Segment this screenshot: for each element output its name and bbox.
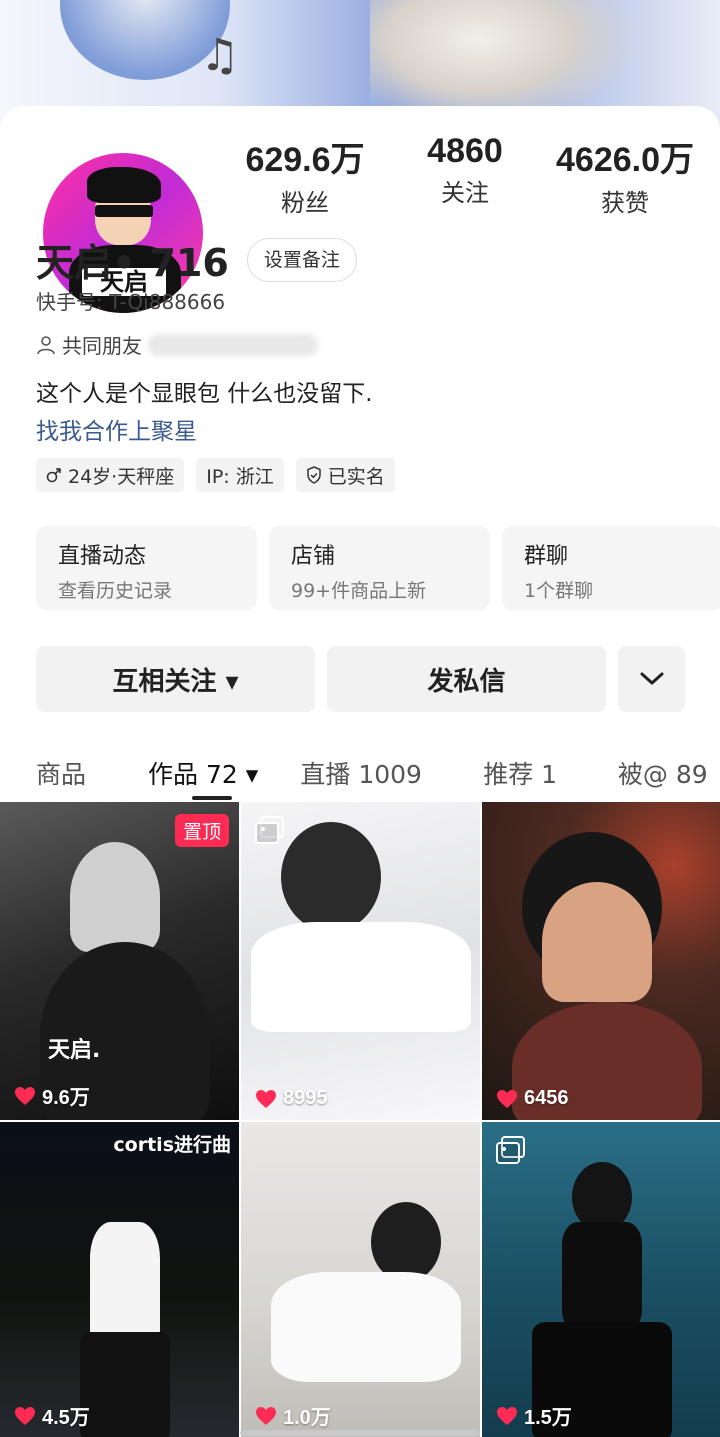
profile-bio: 这个人是个显眼包 什么也没留下. (36, 381, 373, 407)
verified-shield-icon (306, 466, 321, 484)
card-title: 直播动态 (58, 544, 147, 569)
profile-name: 天启• 716 (36, 241, 229, 285)
tab-recommend[interactable]: 推荐 1 (483, 755, 618, 791)
card-live-history[interactable]: 直播动态 查看历史记录 (36, 526, 257, 610)
thumbnail-figure (371, 1202, 441, 1282)
grid-item[interactable]: cortis进行曲 4.5万 (0, 1122, 239, 1437)
heart-icon (497, 1406, 517, 1425)
tag-verified: 已实名 (295, 458, 395, 492)
thumbnail-caption: cortis进行曲 (113, 1134, 231, 1156)
thumbnail-figure (281, 822, 381, 932)
collab-link[interactable]: 找我合作上聚星 (36, 412, 197, 446)
stat-value: 4626.0万 (556, 141, 694, 179)
avatar-hair (87, 167, 161, 203)
thumbnail-caption: 天启. (48, 1038, 101, 1063)
tab-live[interactable]: 直播 1009 (300, 755, 483, 791)
stat-label: 获赞 (601, 189, 649, 217)
action-buttons: 互相关注 ▾ 发私信 (36, 646, 685, 712)
like-count-value: 1.0万 (283, 1407, 331, 1429)
tag-ip: IP: 浙江 (196, 458, 284, 492)
music-note-icon: ♫ (200, 30, 240, 81)
avatar-glasses (95, 205, 153, 217)
thumbnail-figure (562, 1222, 642, 1332)
heart-icon (497, 1089, 517, 1108)
card-subtitle: 查看历史记录 (58, 580, 173, 602)
like-count-value: 6456 (524, 1087, 569, 1109)
mutual-friends[interactable]: 共同朋友 (36, 330, 318, 359)
male-icon (46, 468, 61, 483)
heart-icon (15, 1406, 35, 1425)
mutual-friends-label: 共同朋友 (62, 334, 142, 358)
profile-tags: 24岁·天秤座 IP: 浙江 已实名 (36, 458, 395, 492)
chevron-down-icon (640, 672, 663, 685)
tab-products[interactable]: 商品 (36, 755, 148, 791)
card-shop[interactable]: 店铺 99+件商品上新 (269, 526, 490, 610)
card-subtitle: 99+件商品上新 (291, 580, 427, 602)
like-count-value: 8995 (283, 1087, 328, 1109)
profile-stats: 629.6万 粉丝 4860 关注 4626.0万 获赞 (230, 132, 700, 218)
like-count: 1.0万 (255, 1401, 331, 1430)
thumbnail-figure (542, 882, 652, 1002)
content-tabs: 商品 作品 72 ▾ 直播 1009 推荐 1 被@ 89 (36, 746, 720, 800)
tag-ip-text: IP: 浙江 (206, 465, 274, 488)
stat-value: 4860 (427, 132, 503, 170)
thumbnail-figure (90, 1222, 160, 1342)
thumbnail-figure (70, 842, 160, 952)
grid-item[interactable]: 1.5万 (482, 1122, 720, 1437)
send-message-button[interactable]: 发私信 (327, 646, 606, 712)
like-count: 9.6万 (14, 1081, 90, 1110)
works-grid: 置顶 天启. 9.6万 8995 6456 cortis进行曲 4.5万 1.0… (0, 802, 720, 1437)
heart-icon (256, 1089, 276, 1108)
stat-fans[interactable]: 629.6万 粉丝 (230, 132, 380, 218)
tag-verified-text: 已实名 (327, 465, 385, 488)
tab-mentions[interactable]: 被@ 89 (618, 755, 720, 791)
more-button[interactable] (618, 646, 685, 712)
stat-likes[interactable]: 4626.0万 获赞 (550, 132, 700, 218)
card-title: 店铺 (291, 544, 336, 569)
like-count: 4.5万 (14, 1401, 90, 1430)
stat-value: 629.6万 (245, 141, 365, 179)
heart-icon (15, 1086, 35, 1105)
kuaishou-id[interactable]: 快手号: T-Qi888666 (36, 286, 225, 315)
tab-works[interactable]: 作品 72 ▾ (148, 755, 300, 791)
like-count-value: 9.6万 (42, 1087, 90, 1109)
like-count: 6456 (496, 1087, 569, 1110)
like-count-value: 1.5万 (524, 1407, 572, 1429)
card-subtitle: 1个群聊 (524, 580, 594, 602)
thumbnail-figure (271, 1272, 461, 1382)
image-gallery-icon (255, 816, 284, 844)
name-row: 天启• 716 设置备注 (36, 232, 357, 287)
grid-item[interactable]: 8995 (241, 802, 480, 1120)
image-gallery-icon (496, 1136, 525, 1164)
grid-item[interactable]: 1.0万 (241, 1122, 480, 1437)
tag-age-text: 24岁·天秤座 (68, 465, 175, 488)
card-group-chat[interactable]: 群聊 1个群聊 (502, 526, 720, 610)
card-title: 群聊 (524, 544, 569, 569)
mutual-follow-button[interactable]: 互相关注 ▾ (36, 646, 315, 712)
stat-label: 关注 (441, 179, 489, 207)
person-icon (37, 335, 55, 354)
pinned-badge: 置顶 (174, 814, 229, 847)
tag-age: 24岁·天秤座 (36, 458, 185, 492)
set-remark-button[interactable]: 设置备注 (246, 237, 357, 282)
profile-sheet: 天启 629.6万 粉丝 4860 关注 4626.0万 获赞 天启• 716 … (0, 106, 720, 1437)
active-tab-indicator (192, 796, 232, 800)
like-count-value: 4.5万 (42, 1407, 90, 1429)
feature-cards: 直播动态 查看历史记录 店铺 99+件商品上新 群聊 1个群聊 (36, 526, 720, 610)
stat-label: 粉丝 (281, 189, 329, 217)
home-indicator[interactable] (240, 1430, 480, 1436)
like-count: 8995 (255, 1087, 328, 1110)
thumbnail-figure (251, 922, 471, 1032)
stat-following[interactable]: 4860 关注 (390, 132, 540, 218)
thumbnail-figure (80, 1332, 170, 1437)
heart-icon (256, 1406, 276, 1425)
blurred-friends (148, 333, 318, 356)
grid-item[interactable]: 置顶 天启. 9.6万 (0, 802, 239, 1120)
grid-item[interactable]: 6456 (482, 802, 720, 1120)
like-count: 1.5万 (496, 1401, 572, 1430)
